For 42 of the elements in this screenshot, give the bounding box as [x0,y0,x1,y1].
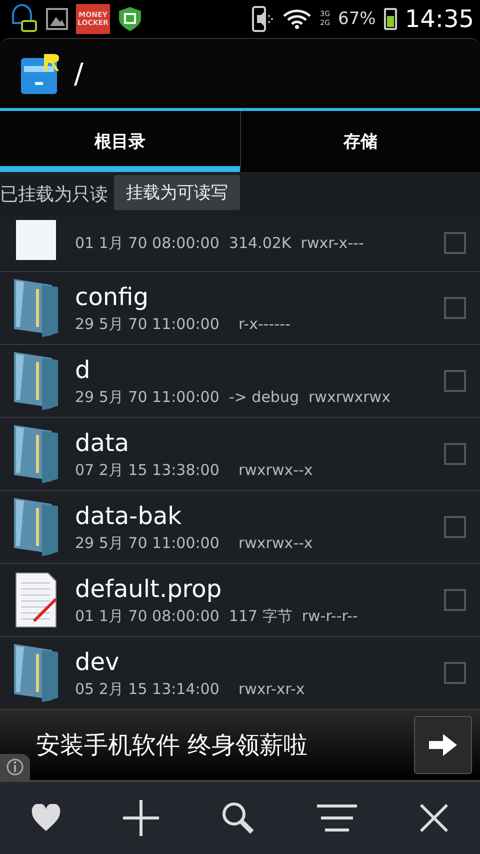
current-path: / [74,57,84,90]
mount-status: 已挂载为只读 [0,183,109,206]
checkbox[interactable] [444,370,466,392]
wifi-icon [282,8,312,30]
ad-arrow-button[interactable] [414,716,472,774]
arrow-icon [429,734,457,756]
vibrate-icon [252,6,274,32]
ad-banner[interactable]: 安装手机软件 终身领薪啦 [0,710,480,782]
image-icon [46,8,68,30]
file-details: 29 5月 70 11:00:00 rwxrwx--x [75,534,314,552]
ad-text: 安装手机软件 终身领薪啦 [35,730,309,761]
file-name: dev [75,648,120,676]
mount-button[interactable]: 挂载为可读写 [114,174,240,210]
checkbox[interactable] [444,443,466,465]
app-logo-icon[interactable] [20,52,60,96]
folder-icon [12,423,60,485]
file-name: data-bak [75,502,183,530]
checkbox[interactable] [444,662,466,684]
file-details: 29 5月 70 11:00:00 -> debug rwxrwxrwx [75,388,392,406]
info-icon[interactable] [0,754,30,780]
checkbox[interactable] [444,589,466,611]
file-details: 07 2月 15 13:38:00 rwxrwx--x [75,460,314,480]
checkbox[interactable] [444,516,466,538]
folder-icon [12,642,60,704]
battery-percentage: 67% [338,9,376,29]
folder-icon [12,277,60,339]
battery-icon [384,8,397,30]
file-name: data [75,428,130,456]
checkbox[interactable] [444,297,466,319]
file-details: 01 1月 70 08:00:00 314.02K rwxr-x--- [75,234,365,252]
tab[interactable]: 存储 [240,111,480,172]
file-details: 29 5月 70 11:00:00 r-x------ [75,314,292,334]
folder-icon [12,350,60,412]
checkbox[interactable] [444,232,466,254]
file-details: 05 2月 15 13:14:00 rwxr-xr-x [75,680,306,698]
clock: 14:35 [404,5,474,33]
shield-icon [118,6,142,32]
file-name: config [75,282,150,310]
file-details: 01 1月 70 08:00:00 117 字节 rw-r--r-- [75,606,359,626]
file-name: default.prop [75,574,223,602]
file-name: d [75,356,92,384]
folder-icon [12,496,60,558]
